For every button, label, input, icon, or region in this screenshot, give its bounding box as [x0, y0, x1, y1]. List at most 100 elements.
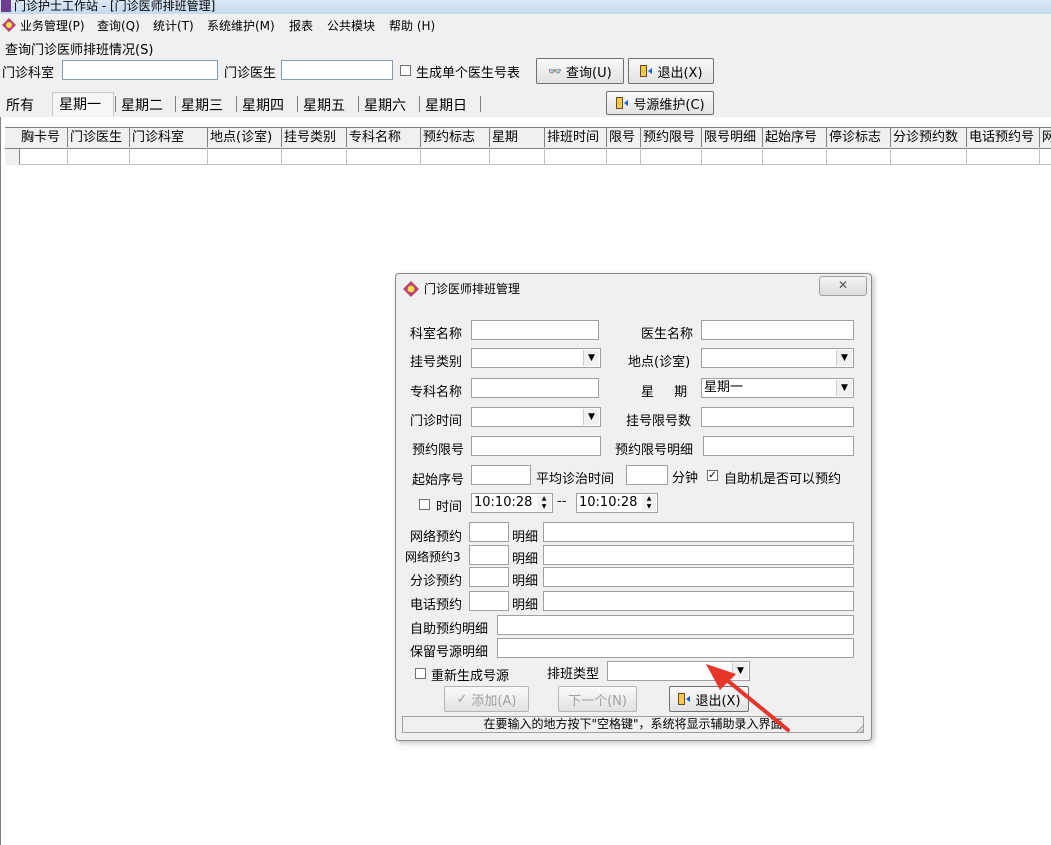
col-header-appt-flag[interactable]: 预约标志 [421, 128, 490, 147]
time-label: 时间 [436, 500, 463, 515]
dept-name-input[interactable] [471, 320, 599, 340]
col-header-weekday[interactable]: 星期 [490, 128, 545, 147]
schedule-dialog: 门诊医师排班管理 ✕ 科室名称 医生名称 挂号类别 ▼ 地点(诊室) ▼ 专科名… [395, 273, 872, 741]
net-appt3-detail-input[interactable] [543, 545, 854, 565]
next-button[interactable]: 下一个(N) [558, 686, 637, 712]
regen-checkbox[interactable] [415, 668, 426, 679]
specialty-label: 专科名称 [410, 385, 463, 400]
tab-thursday[interactable]: 星期四 [242, 95, 284, 115]
appt-limit-detail-input[interactable] [703, 436, 854, 456]
col-header-limit-detail[interactable]: 限号明细 [702, 128, 763, 147]
query-group-label: 查询门诊医师排班情况(S) [5, 43, 154, 58]
triage-appt-input[interactable] [469, 567, 509, 587]
avg-time-input[interactable] [626, 465, 668, 485]
add-button[interactable]: ✓ 添加(A) [444, 686, 529, 712]
menu-statistics[interactable]: 统计(T) [153, 17, 194, 34]
location-select[interactable]: ▼ [701, 348, 854, 368]
single-doctor-checkbox[interactable] [400, 65, 411, 76]
chevron-down-icon[interactable]: ▼ [583, 409, 599, 425]
location-label: 地点(诊室) [628, 355, 691, 370]
exit-button[interactable]: 退出(X) [628, 58, 714, 84]
single-doctor-label: 生成单个医生号表 [416, 66, 521, 81]
search-button[interactable]: 👓 查询(U) [536, 58, 624, 84]
time-from-spinner[interactable]: 10:10:28 ▲ ▼ [471, 493, 553, 513]
time-to-spinner[interactable]: 10:10:28 ▲ ▼ [576, 493, 658, 513]
chevron-down-icon[interactable]: ▼ [583, 350, 599, 366]
appt-limit-input[interactable] [471, 436, 601, 456]
tab-monday[interactable]: 星期一 [59, 94, 101, 114]
col-header-triage-appt[interactable]: 分诊预约数 [891, 128, 967, 147]
menu-help[interactable]: 帮助 (H) [389, 17, 435, 34]
tab-wednesday[interactable]: 星期三 [181, 95, 223, 115]
appt-limit-detail-label: 预约限号明细 [615, 443, 694, 458]
app-logo-icon [2, 18, 16, 32]
tab-separator [175, 96, 176, 112]
weekday-select[interactable]: 星期一 ▼ [701, 378, 854, 398]
time-checkbox[interactable] [419, 499, 430, 510]
dept-input[interactable] [62, 60, 218, 80]
kiosk-checkbox[interactable]: ✓ [707, 470, 718, 481]
dialog-title: 门诊医师排班管理 [424, 282, 521, 296]
exit-door-icon [616, 97, 629, 109]
col-header-doctor[interactable]: 门诊医生 [68, 128, 130, 147]
phone-appt-detail-input[interactable] [543, 591, 854, 611]
phone-appt-input[interactable] [469, 591, 509, 611]
spinner-arrows-icon[interactable]: ▲ ▼ [537, 495, 551, 511]
col-header-dept[interactable]: 门诊科室 [130, 128, 208, 147]
menu-system-maintenance[interactable]: 系统维护(M) [207, 17, 275, 34]
source-maintain-button[interactable]: 号源维护(C) [606, 91, 714, 115]
tab-tuesday[interactable]: 星期二 [121, 95, 163, 115]
grid-cell-line [67, 147, 68, 165]
menu-query[interactable]: 查询(Q) [97, 17, 140, 34]
menu-public-modules[interactable]: 公共模块 [327, 17, 375, 34]
resize-grip-icon[interactable] [855, 724, 865, 734]
net-appt3-detail-label: 明细 [512, 552, 539, 567]
col-header-schedule-time[interactable]: 排班时间 [545, 128, 607, 147]
col-header-appt-limit[interactable]: 预约限号 [641, 128, 702, 147]
grid-cell-line [281, 147, 282, 165]
dialog-close-button[interactable]: ✕ [819, 276, 867, 296]
menu-business[interactable]: 业务管理(P) [20, 17, 85, 34]
grid-cell-line [346, 147, 347, 165]
clinic-time-select[interactable]: ▼ [471, 407, 601, 427]
net-appt-detail-input[interactable] [543, 522, 854, 542]
col-header-reg-type[interactable]: 挂号类别 [282, 128, 347, 147]
grid-cell-line [420, 147, 421, 165]
tab-all[interactable]: 所有 [6, 95, 34, 115]
col-header-phone-appt[interactable]: 电话预约号 [967, 128, 1040, 147]
grid-cell-line [489, 147, 490, 165]
app-icon [1, 0, 11, 12]
weekday-tab-bar: 所有 星期一 星期二 星期三 星期四 星期五 星期六 星期日 号源维护(C) [0, 89, 1051, 117]
tab-sunday[interactable]: 星期日 [425, 95, 467, 115]
dialog-title-bar[interactable]: 门诊医师排班管理 ✕ [396, 274, 871, 302]
col-header-card-no[interactable]: 胸卡号 [19, 128, 68, 147]
col-header-start-no[interactable]: 起始序号 [763, 128, 827, 147]
reg-type-select[interactable]: ▼ [471, 348, 601, 368]
grid-header: 胸卡号 门诊医生 门诊科室 地点(诊室) 挂号类别 专科名称 预约标志 星期 排… [5, 127, 1051, 149]
col-header-specialty[interactable]: 专科名称 [347, 128, 421, 147]
grid-row-line [19, 164, 1051, 165]
chevron-down-icon[interactable]: ▼ [836, 380, 852, 396]
tab-friday[interactable]: 星期五 [303, 95, 345, 115]
reg-limit-input[interactable] [701, 407, 854, 427]
col-header-stop-flag[interactable]: 停诊标志 [827, 128, 891, 147]
specialty-input[interactable] [471, 378, 599, 398]
col-header-limit[interactable]: 限号 [607, 128, 641, 147]
tab-saturday[interactable]: 星期六 [364, 95, 406, 115]
start-no-input[interactable] [471, 465, 531, 485]
grid-cell-line [640, 147, 641, 165]
tab-separator [358, 96, 359, 112]
chevron-down-icon[interactable]: ▼ [836, 350, 852, 366]
col-header-location[interactable]: 地点(诊室) [208, 128, 282, 147]
col-header-net[interactable]: 网 [1040, 128, 1051, 147]
doctor-name-input[interactable] [701, 320, 854, 340]
net-appt3-input[interactable] [469, 545, 509, 565]
net-appt-input[interactable] [469, 522, 509, 542]
triage-appt-detail-input[interactable] [543, 567, 854, 587]
doctor-input[interactable] [281, 60, 393, 80]
self-appt-detail-input[interactable] [497, 615, 854, 635]
net-appt-label: 网络预约 [410, 530, 463, 545]
reserved-detail-input[interactable] [497, 638, 854, 658]
menu-reports[interactable]: 报表 [289, 17, 313, 34]
spinner-arrows-icon[interactable]: ▲ ▼ [642, 495, 656, 511]
